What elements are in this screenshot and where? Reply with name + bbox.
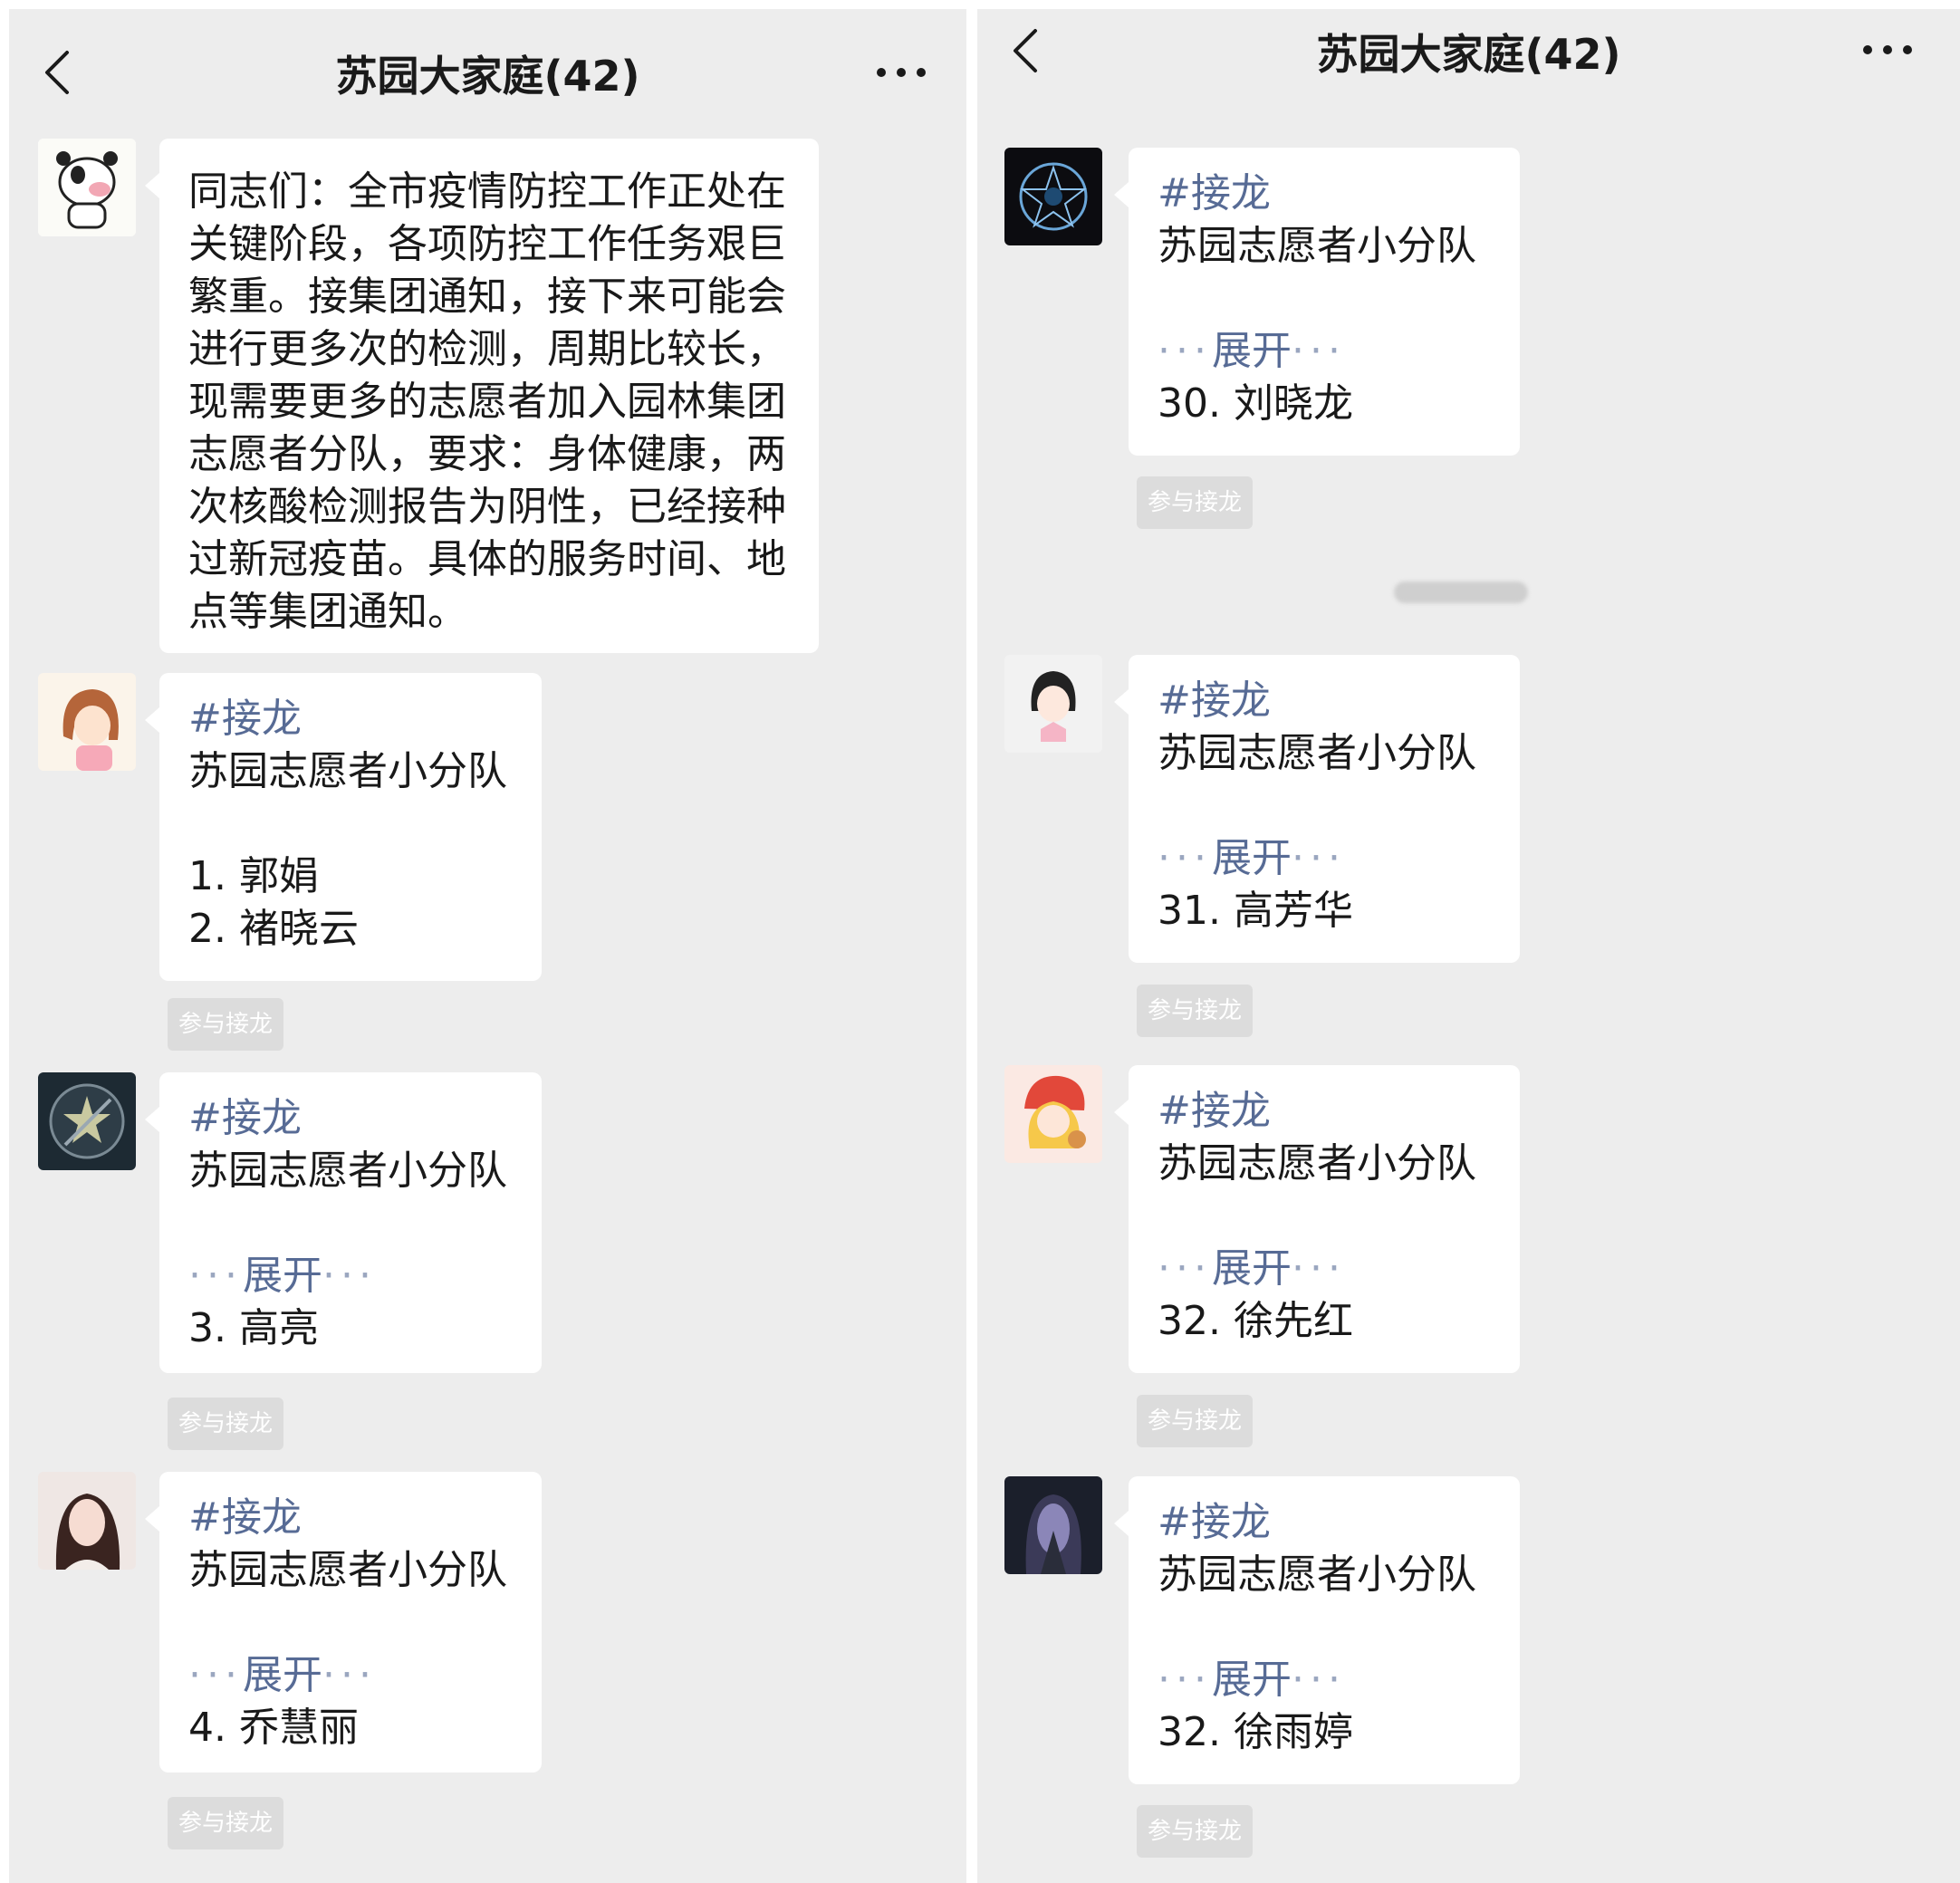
top-bar: 苏园大家庭(42) bbox=[9, 9, 966, 113]
join-chain-button[interactable]: 参与接龙 bbox=[1137, 476, 1253, 529]
chain-bubble[interactable]: #接龙 苏园志愿者小分队 ···展开··· 30. 刘晓龙 bbox=[1114, 148, 1520, 456]
more-dots-icon[interactable] bbox=[1860, 36, 1915, 63]
join-chain-button[interactable]: 参与接龙 bbox=[1137, 1805, 1253, 1858]
chain-subtitle: 苏园志愿者小分队 bbox=[188, 1547, 507, 1593]
announcement-text: 同志们：全市疫情防控工作正处在 关键阶段，各项防控工作任务艰巨 繁重。接集团通知… bbox=[188, 168, 786, 635]
avatar[interactable] bbox=[1004, 148, 1102, 245]
chain-bubble[interactable]: #接龙 苏园志愿者小分队 ···展开··· 32. 徐先红 bbox=[1114, 1065, 1520, 1373]
chain-subtitle: 苏园志愿者小分队 bbox=[1158, 1552, 1476, 1598]
chain-tag[interactable]: #接龙 bbox=[188, 1492, 513, 1544]
chat-title: 苏园大家庭(42) bbox=[1316, 30, 1621, 79]
chain-bubble[interactable]: #接龙 苏园志愿者小分队 ···展开··· 31. 高芳华 bbox=[1114, 655, 1520, 963]
announcement-bubble[interactable]: 同志们：全市疫情防控工作正处在 关键阶段，各项防控工作任务艰巨 繁重。接集团通知… bbox=[145, 139, 819, 653]
chat-title: 苏园大家庭(42) bbox=[335, 52, 640, 101]
avatar[interactable] bbox=[38, 1472, 136, 1570]
chain-subtitle: 苏园志愿者小分队 bbox=[188, 748, 507, 794]
chain-entry: 2. 褚晓云 bbox=[188, 906, 359, 952]
chain-entry: 32. 徐雨婷 bbox=[1158, 1709, 1353, 1755]
chain-entry: 31. 高芳华 bbox=[1158, 888, 1353, 934]
chain-bubble[interactable]: #接龙 苏园志愿者小分队 ···展开··· 4. 乔慧丽 bbox=[145, 1472, 542, 1773]
expand-link[interactable]: ···展开··· bbox=[1158, 1243, 1491, 1295]
expand-link[interactable]: ···展开··· bbox=[1158, 325, 1491, 378]
blurred-system-message bbox=[1394, 581, 1528, 603]
chain-bubble[interactable]: #接龙 苏园志愿者小分队 1. 郭娟 2. 褚晓云 bbox=[145, 673, 542, 981]
chain-tag[interactable]: #接龙 bbox=[1158, 1085, 1491, 1138]
chain-tag[interactable]: #接龙 bbox=[1158, 168, 1491, 220]
avatar[interactable] bbox=[38, 139, 136, 236]
chain-entry: 32. 徐先红 bbox=[1158, 1298, 1353, 1344]
chain-tag[interactable]: #接龙 bbox=[188, 1092, 513, 1145]
avatar[interactable] bbox=[1004, 1065, 1102, 1163]
chain-tag[interactable]: #接龙 bbox=[1158, 1496, 1491, 1549]
avatar[interactable] bbox=[1004, 1476, 1102, 1574]
join-chain-button[interactable]: 参与接龙 bbox=[168, 1797, 283, 1849]
expand-link[interactable]: ···展开··· bbox=[188, 1250, 513, 1302]
join-chain-button[interactable]: 参与接龙 bbox=[1137, 985, 1253, 1037]
expand-link[interactable]: ···展开··· bbox=[1158, 832, 1491, 885]
chain-subtitle: 苏园志愿者小分队 bbox=[1158, 1140, 1476, 1186]
chain-entry: 4. 乔慧丽 bbox=[188, 1705, 359, 1751]
chain-subtitle: 苏园志愿者小分队 bbox=[1158, 730, 1476, 776]
more-dots-icon[interactable] bbox=[874, 59, 928, 86]
chain-subtitle: 苏园志愿者小分队 bbox=[1158, 223, 1476, 269]
join-chain-button[interactable]: 参与接龙 bbox=[1137, 1395, 1253, 1447]
top-bar: 苏园大家庭(42) bbox=[977, 9, 1960, 113]
join-chain-button[interactable]: 参与接龙 bbox=[168, 1398, 283, 1450]
expand-link[interactable]: ···展开··· bbox=[188, 1649, 513, 1702]
chain-subtitle: 苏园志愿者小分队 bbox=[188, 1148, 507, 1194]
avatar[interactable] bbox=[1004, 655, 1102, 753]
avatar[interactable] bbox=[38, 1072, 136, 1170]
chain-entry: 3. 高亮 bbox=[188, 1305, 319, 1351]
chain-bubble[interactable]: #接龙 苏园志愿者小分队 ···展开··· 3. 高亮 bbox=[145, 1072, 542, 1373]
chain-entry: 1. 郭娟 bbox=[188, 853, 319, 899]
chain-tag[interactable]: #接龙 bbox=[188, 693, 513, 745]
chain-bubble[interactable]: #接龙 苏园志愿者小分队 ···展开··· 32. 徐雨婷 bbox=[1114, 1476, 1520, 1784]
chat-panel-left: 苏园大家庭(42) 同志们：全市疫情防控工作正处在 关键阶段，各项防控工作任务艰… bbox=[9, 9, 966, 1883]
chain-entry: 30. 刘晓龙 bbox=[1158, 380, 1353, 427]
avatar[interactable] bbox=[38, 673, 136, 771]
join-chain-button[interactable]: 参与接龙 bbox=[168, 998, 283, 1051]
expand-link[interactable]: ···展开··· bbox=[1158, 1654, 1491, 1706]
chat-panel-right: 苏园大家庭(42) #接龙 苏园志愿者小分队 ···展开··· 30. 刘晓龙 … bbox=[977, 9, 1960, 1883]
chain-tag[interactable]: #接龙 bbox=[1158, 675, 1491, 727]
